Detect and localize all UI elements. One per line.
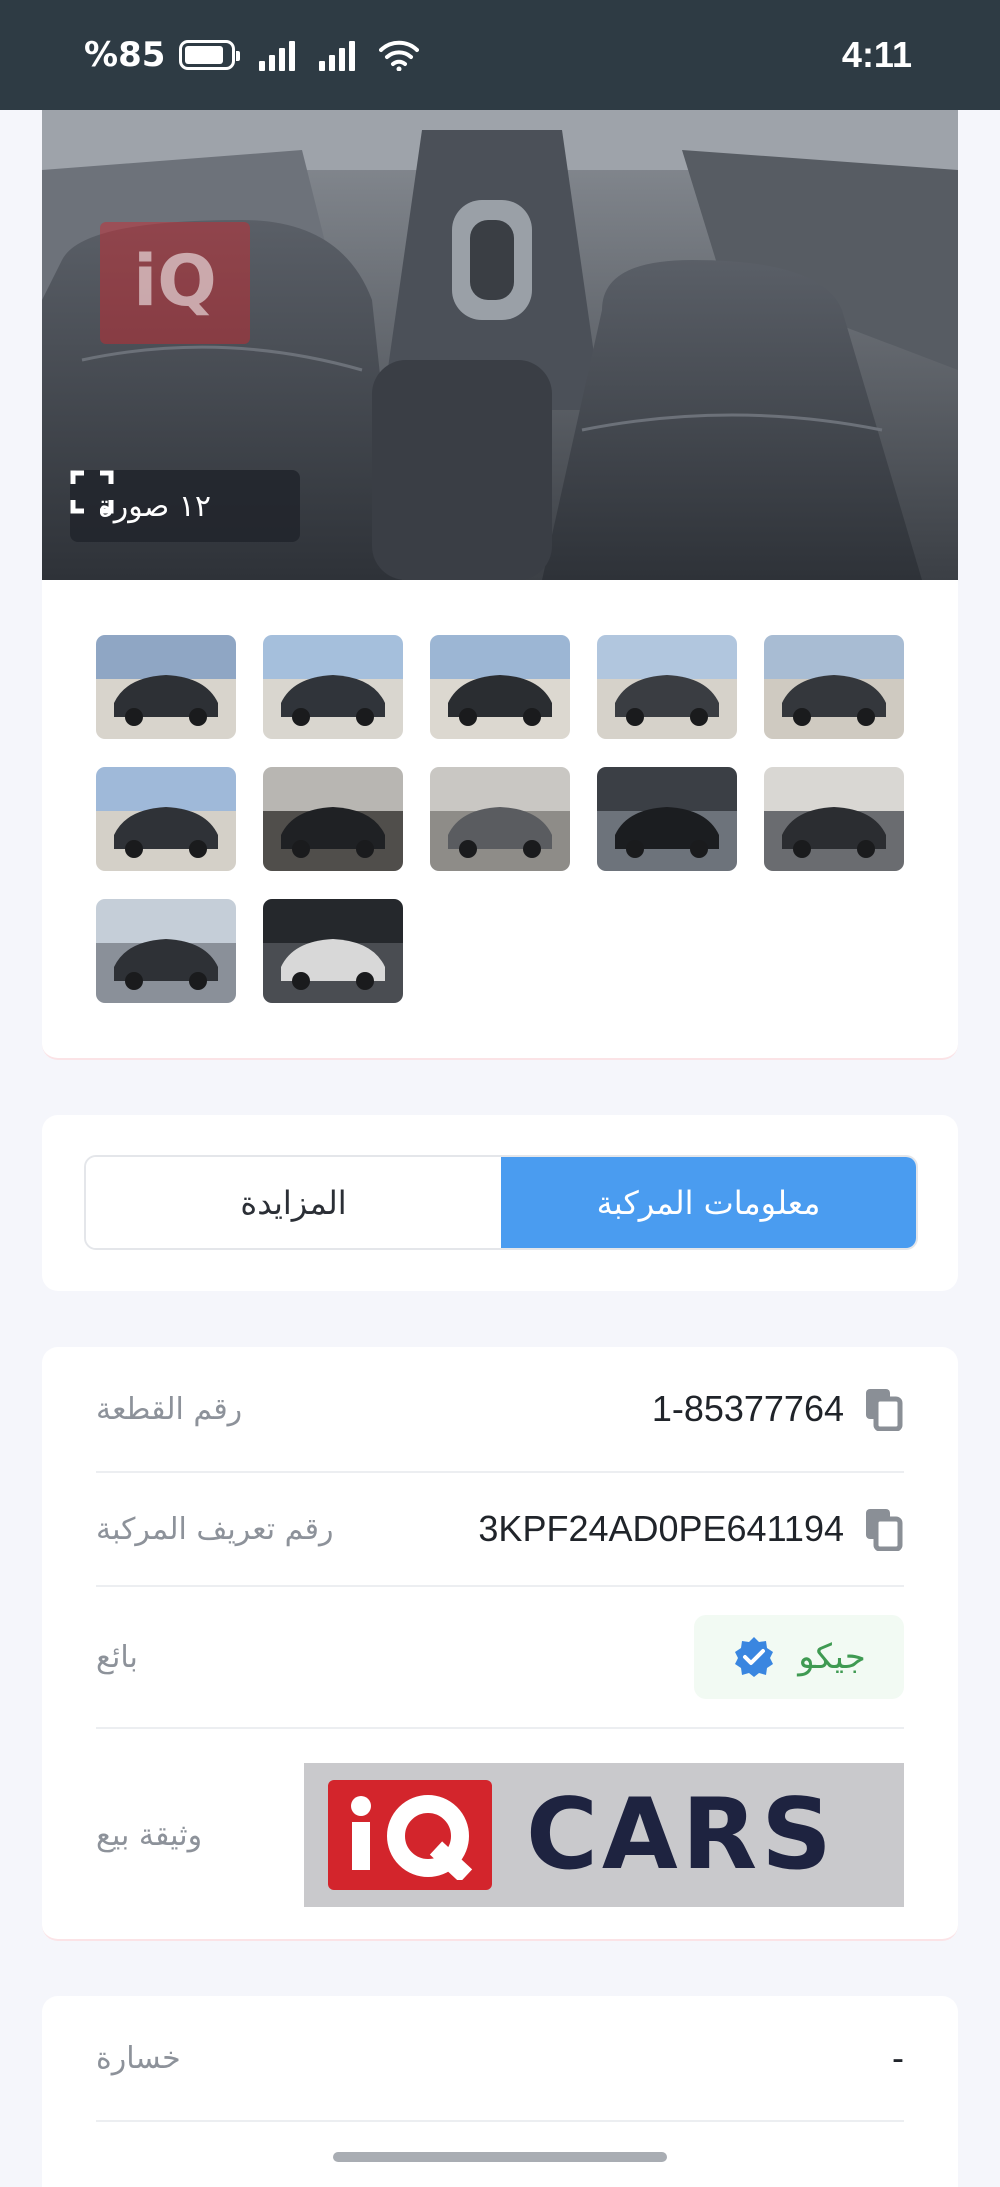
photo-count-label: ١٢ صورة xyxy=(98,488,211,524)
thumbnail-image xyxy=(263,635,403,739)
thumbnail-gallery xyxy=(42,580,958,1060)
main-vehicle-photo[interactable]: iQ ١٢ صورة xyxy=(42,110,958,580)
vin-value: 3KPF24AD0PE641194 xyxy=(478,1508,844,1549)
loss-row: خسارة - xyxy=(96,1996,904,2122)
copy-icon[interactable] xyxy=(864,1507,904,1551)
lot-number-label: رقم القطعة xyxy=(96,1391,243,1427)
copy-icon[interactable] xyxy=(864,1387,904,1431)
signal-icon xyxy=(259,39,296,71)
battery-percent: %85 xyxy=(84,35,166,75)
sale-document-logo[interactable]: CARS xyxy=(304,1763,904,1907)
seller-row: بائع جيكو xyxy=(96,1587,904,1729)
vin-label: رقم تعريف المركبة xyxy=(96,1511,334,1547)
signal-icon-2 xyxy=(319,39,356,71)
logo-cars-text: CARS xyxy=(526,1778,836,1892)
seller-label: بائع xyxy=(96,1639,138,1675)
tabs-card: المزايدة معلومات المركبة xyxy=(42,1115,958,1291)
iq-letters-icon xyxy=(351,1795,473,1880)
thumbnail-image xyxy=(430,635,570,739)
clock: 4:11 xyxy=(841,34,912,75)
lot-number-value: 1-85377764 xyxy=(651,1388,844,1429)
thumbnail-image xyxy=(263,899,403,1003)
fullscreen-icon xyxy=(70,470,114,514)
photo-count-badge[interactable]: ١٢ صورة xyxy=(70,470,300,542)
home-indicator[interactable] xyxy=(333,2152,667,2162)
thumbnail-photo[interactable] xyxy=(263,899,403,1003)
thumbnail-photo[interactable] xyxy=(96,899,236,1003)
lot-number-row: رقم القطعة 1-85377764 xyxy=(96,1347,904,1473)
thumbnail-photo[interactable] xyxy=(96,767,236,871)
seller-name: جيكو xyxy=(798,1637,866,1677)
thumbnail-photo[interactable] xyxy=(597,635,737,739)
sale-document-row: وثيقة بيع CARS xyxy=(96,1729,904,1941)
verified-badge-icon xyxy=(735,1637,774,1677)
tab-vehicle-info[interactable]: معلومات المركبة xyxy=(501,1157,916,1248)
thumbnail-image xyxy=(263,767,403,871)
thumbnail-photo[interactable] xyxy=(764,767,904,871)
thumbnail-image xyxy=(597,767,737,871)
thumbnail-photo[interactable] xyxy=(263,635,403,739)
thumbnail-image xyxy=(430,767,570,871)
thumbnail-image xyxy=(96,899,236,1003)
thumbnail-image xyxy=(96,767,236,871)
loss-value: - xyxy=(892,2037,904,2078)
thumbnail-image xyxy=(764,635,904,739)
tab-bar: المزايدة معلومات المركبة xyxy=(84,1155,918,1250)
thumbnail-image xyxy=(597,635,737,739)
iq-logo-mark xyxy=(328,1780,492,1890)
thumbnail-photo[interactable] xyxy=(263,767,403,871)
svg-text:iQ: iQ xyxy=(133,240,217,322)
status-bar: %85 4:11 xyxy=(0,0,1000,110)
status-indicators: %85 xyxy=(84,35,420,75)
thumbnail-photo[interactable] xyxy=(764,635,904,739)
loss-label: خسارة xyxy=(96,2040,181,2076)
thumbnail-photo[interactable] xyxy=(96,635,236,739)
vehicle-details-card: رقم القطعة 1-85377764 رقم تعريف المركبة … xyxy=(42,1347,958,1941)
thumbnail-image xyxy=(764,767,904,871)
thumbnail-grid xyxy=(96,635,906,1003)
wifi-icon xyxy=(379,40,420,71)
vin-row: رقم تعريف المركبة 3KPF24AD0PE641194 xyxy=(96,1473,904,1587)
thumbnail-image xyxy=(96,635,236,739)
thumbnail-photo[interactable] xyxy=(430,767,570,871)
thumbnail-photo[interactable] xyxy=(597,767,737,871)
tab-auction[interactable]: المزايدة xyxy=(86,1157,501,1248)
battery-icon xyxy=(179,40,241,70)
thumbnail-photo[interactable] xyxy=(430,635,570,739)
seller-chip[interactable]: جيكو xyxy=(694,1615,904,1699)
sale-document-label: وثيقة بيع xyxy=(96,1817,203,1853)
